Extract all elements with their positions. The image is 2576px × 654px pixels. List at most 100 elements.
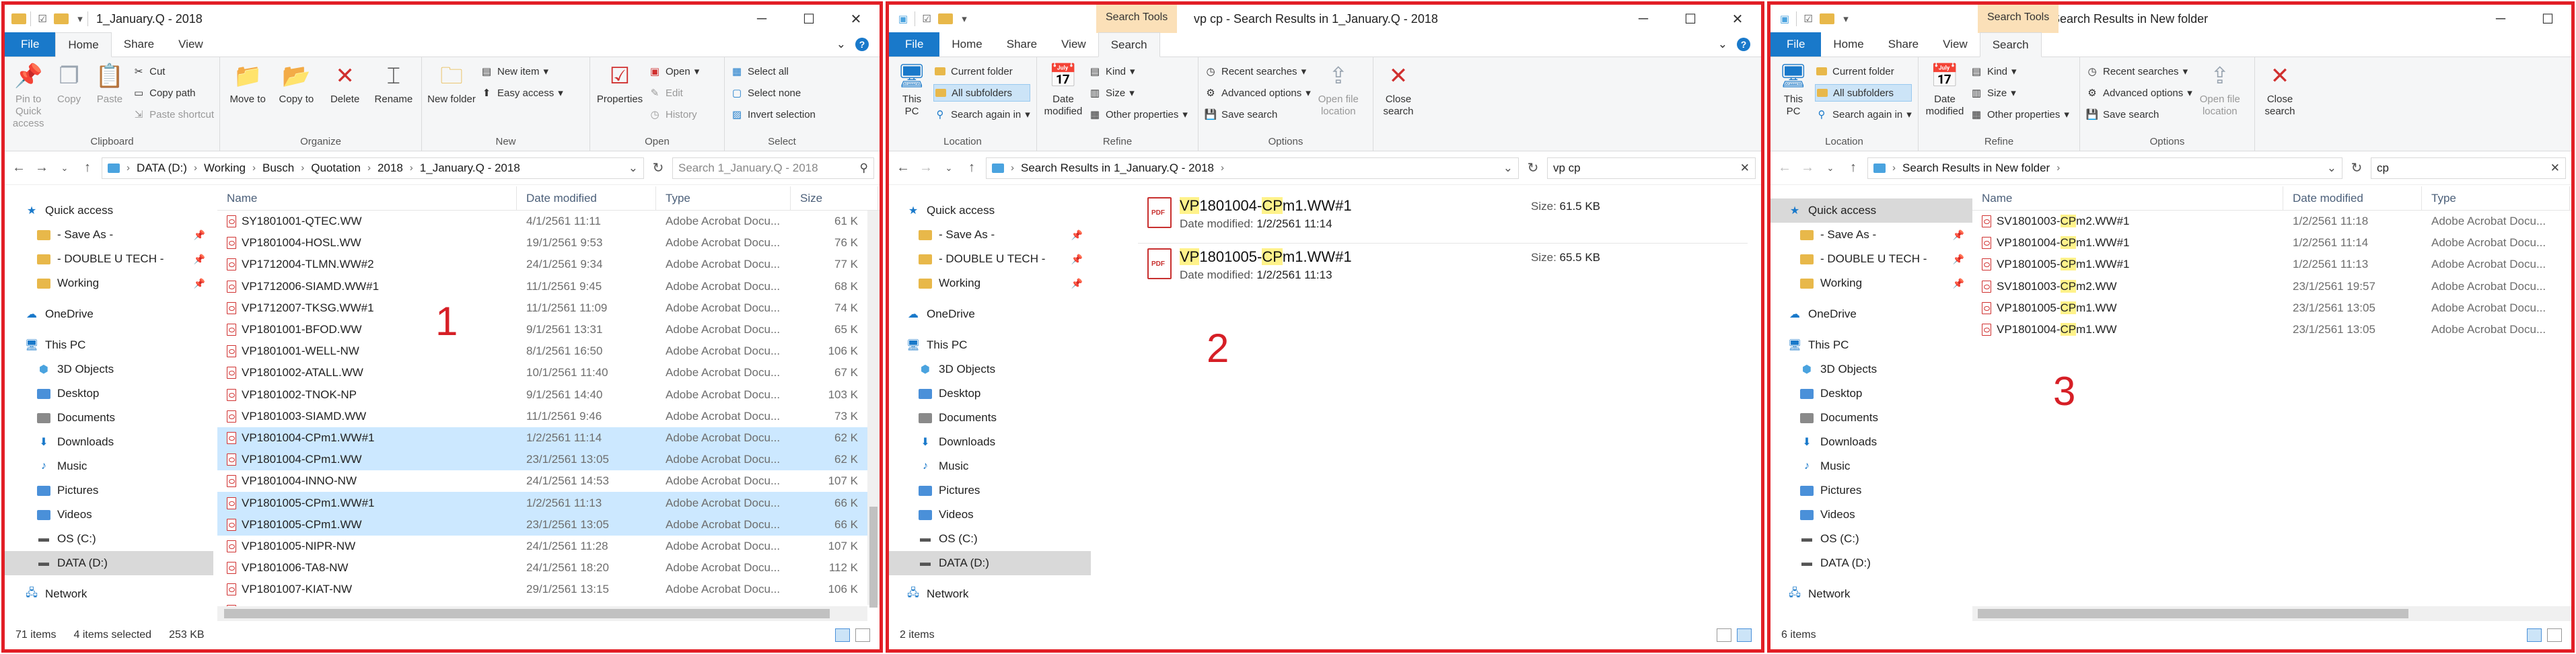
pin-quick-access-button[interactable]: 📌 Pin to Quick access bbox=[10, 61, 46, 131]
copy-to-button[interactable]: 📂 Copy to bbox=[274, 61, 318, 131]
nav-downloads[interactable]: ⬇ Downloads bbox=[5, 430, 213, 454]
table-row[interactable]: VP1801001-BFOD.WW 9/1/2561 13:31 Adobe Acr… bbox=[217, 319, 880, 340]
tab-view[interactable]: View bbox=[166, 32, 215, 57]
address-bar[interactable]: › Search Results in 1_January.Q - 2018 ›… bbox=[986, 157, 1519, 179]
nav-videos[interactable]: Videos bbox=[5, 503, 213, 527]
all-subfolders-button[interactable]: All subfolders bbox=[1815, 84, 1912, 102]
search-input[interactable]: cp ✕ bbox=[2371, 157, 2566, 179]
collapse-ribbon-icon[interactable]: ⌄ bbox=[1718, 38, 1727, 51]
recent-locations-icon[interactable]: ⌄ bbox=[56, 163, 73, 174]
table-row[interactable]: VP1801005-CPm1.WW#1 1/2/2561 11:13 Adobe A… bbox=[1972, 254, 2571, 275]
table-row[interactable]: VP1801003-SIAMD.WW 11/1/2561 9:46 Adobe Ac… bbox=[217, 406, 880, 427]
nav-videos[interactable]: Videos bbox=[1770, 503, 1972, 527]
tab-search[interactable]: Search bbox=[1979, 32, 2042, 57]
nav-quick-access[interactable]: ★ Quick access bbox=[1770, 198, 1972, 223]
invert-selection-button[interactable]: ▨ Invert selection bbox=[730, 106, 816, 123]
tab-file[interactable]: File bbox=[1770, 32, 1822, 57]
table-row[interactable]: VP1801004-INNO-NW 24/1/2561 14:53 Adobe Ac… bbox=[217, 470, 880, 492]
clear-search-icon[interactable]: ✕ bbox=[1740, 161, 1750, 175]
nav-network[interactable]: 🖧 Network bbox=[889, 582, 1091, 606]
tab-view[interactable]: View bbox=[1931, 32, 1980, 57]
customize-qat-icon[interactable]: ▾ bbox=[957, 12, 972, 26]
table-row[interactable]: VP1712007-TKSG.WW#1 11/1/2561 11:09 Adobe … bbox=[217, 297, 880, 319]
minimize-button[interactable]: ─ bbox=[1620, 5, 1667, 33]
recent-locations-icon[interactable]: ⌄ bbox=[1822, 163, 1839, 174]
breadcrumb-current[interactable]: 1_January.Q - 2018 bbox=[420, 161, 520, 175]
collapse-ribbon-icon[interactable]: ⌄ bbox=[836, 38, 846, 51]
nav-os-c[interactable]: ▬ OS (C:) bbox=[889, 527, 1091, 551]
address-bar[interactable]: › DATA (D:) › Working › Busch › Quotation › … bbox=[102, 157, 644, 179]
tab-home[interactable]: Home bbox=[55, 32, 112, 57]
table-row[interactable]: VP1801004-CPm1.WW#1 1/2/2561 11:14 Adobe A… bbox=[217, 427, 880, 449]
back-icon[interactable]: ← bbox=[894, 160, 912, 176]
table-row[interactable]: SV1801003-CPm2.WW#1 1/2/2561 11:18 Adobe A… bbox=[1972, 211, 2571, 232]
column-header-type[interactable]: Type bbox=[2422, 186, 2570, 211]
horizontal-scrollbar[interactable] bbox=[1972, 606, 2571, 621]
move-to-button[interactable]: 📁 Move to bbox=[225, 61, 270, 131]
new-item-button[interactable]: ▤ New item ▾ bbox=[480, 63, 563, 80]
nav-downloads[interactable]: ⬇ Downloads bbox=[1770, 430, 1972, 454]
size-button[interactable]: ▥ Size ▾ bbox=[1088, 84, 1188, 102]
close-button[interactable]: ✕ bbox=[832, 5, 880, 33]
nav-onedrive[interactable]: ☁ OneDrive bbox=[1770, 302, 1972, 326]
recent-searches-button[interactable]: ◷ Recent searches ▾ bbox=[1204, 63, 1311, 80]
up-icon[interactable]: ↑ bbox=[1845, 160, 1862, 176]
nav-desktop[interactable]: Desktop bbox=[1770, 382, 1972, 406]
customize-qat-icon[interactable]: ▾ bbox=[1838, 12, 1853, 26]
minimize-button[interactable]: ─ bbox=[738, 5, 785, 33]
tab-view[interactable]: View bbox=[1049, 32, 1098, 57]
new-folder-qat-icon[interactable] bbox=[54, 12, 69, 26]
nav-double-u[interactable]: - DOUBLE U TECH - 📌 bbox=[889, 247, 1091, 271]
nav-pictures[interactable]: Pictures bbox=[5, 478, 213, 503]
table-row[interactable]: VP1801004-CPm1.WW 23/1/2561 13:05 Adobe Ac… bbox=[217, 449, 880, 471]
nav-data-d[interactable]: ▬ DATA (D:) bbox=[889, 551, 1091, 575]
history-button[interactable]: ◷ History bbox=[648, 106, 699, 123]
breadcrumb-2018[interactable]: 2018 bbox=[378, 161, 403, 175]
paste-shortcut-button[interactable]: ⇲ Paste shortcut bbox=[132, 106, 214, 123]
forward-icon[interactable]: → bbox=[1799, 160, 1816, 176]
paste-button[interactable]: 📋 Paste bbox=[92, 61, 128, 131]
nav-double-u[interactable]: - DOUBLE U TECH - 📌 bbox=[1770, 247, 1972, 271]
delete-button[interactable]: ✕ Delete bbox=[323, 61, 367, 131]
nav-network[interactable]: 🖧 Network bbox=[5, 582, 213, 606]
table-row[interactable]: VP1801001-WELL-NW 8/1/2561 16:50 Adobe Acr… bbox=[217, 340, 880, 362]
table-row[interactable]: VP1712006-SIAMD.WW#1 11/1/2561 9:45 Adobe … bbox=[217, 276, 880, 297]
table-row[interactable]: VP1801007-KIAT-NW 29/1/2561 13:15 Adobe Ac… bbox=[217, 579, 880, 600]
date-modified-button[interactable]: 📅 Date modified bbox=[1924, 61, 1966, 131]
nav-this-pc[interactable]: 🖥 This PC bbox=[5, 333, 213, 357]
tab-search[interactable]: Search bbox=[1098, 32, 1160, 57]
nav-onedrive[interactable]: ☁ OneDrive bbox=[889, 302, 1091, 326]
nav-music[interactable]: ♪ Music bbox=[1770, 454, 1972, 478]
properties-qat-icon[interactable]: ☑ bbox=[1801, 12, 1816, 26]
large-icons-view-icon[interactable] bbox=[2547, 628, 2562, 642]
maximize-button[interactable]: ☐ bbox=[2524, 5, 2571, 33]
nav-music[interactable]: ♪ Music bbox=[5, 454, 213, 478]
recent-searches-button[interactable]: ◷ Recent searches ▾ bbox=[2085, 63, 2192, 80]
details-view-icon[interactable] bbox=[835, 628, 850, 642]
nav-documents[interactable]: Documents bbox=[1770, 406, 1972, 430]
breadcrumb-quotation[interactable]: Quotation bbox=[311, 161, 361, 175]
vertical-scrollbar[interactable] bbox=[867, 211, 880, 608]
close-button[interactable]: ✕ bbox=[1714, 5, 1761, 33]
breadcrumb-working[interactable]: Working bbox=[204, 161, 246, 175]
back-icon[interactable]: ← bbox=[10, 160, 28, 176]
this-pc-button[interactable]: 🖥 This PC bbox=[894, 61, 929, 131]
table-row[interactable]: VP1712004-TLMN.WW#2 24/1/2561 9:34 Adobe A… bbox=[217, 254, 880, 275]
nav-desktop[interactable]: Desktop bbox=[5, 382, 213, 406]
nav-working[interactable]: Working 📌 bbox=[889, 271, 1091, 295]
table-row[interactable]: VP1801005-CPm1.WW 23/1/2561 13:05 Adobe Ac… bbox=[217, 513, 880, 536]
breadcrumb-search-results[interactable]: Search Results in 1_January.Q - 2018 bbox=[1021, 161, 1214, 175]
new-folder-qat-icon[interactable] bbox=[938, 12, 953, 26]
nav-3d-objects[interactable]: ⬢ 3D Objects bbox=[1770, 357, 1972, 382]
search-again-button[interactable]: ⚲ Search again in ▾ bbox=[933, 106, 1030, 123]
current-folder-button[interactable]: Current folder bbox=[1815, 63, 1912, 80]
nav-network[interactable]: 🖧 Network bbox=[1770, 582, 1972, 606]
table-row[interactable]: VP1801006-TA8-NW 24/1/2561 18:20 Adobe Acr… bbox=[217, 557, 880, 579]
open-button[interactable]: ▣ Open ▾ bbox=[648, 63, 699, 80]
table-row[interactable]: VP1801002-ATALL.WW 10/1/2561 11:40 Adobe A… bbox=[217, 362, 880, 384]
nav-quick-access[interactable]: ★ Quick access bbox=[5, 198, 213, 223]
open-file-location-button[interactable]: ⇪ Open file location bbox=[1315, 61, 1362, 131]
details-view-icon[interactable] bbox=[2527, 628, 2542, 642]
refresh-icon[interactable]: ↻ bbox=[649, 159, 667, 176]
size-button[interactable]: ▥ Size ▾ bbox=[1970, 84, 2069, 102]
